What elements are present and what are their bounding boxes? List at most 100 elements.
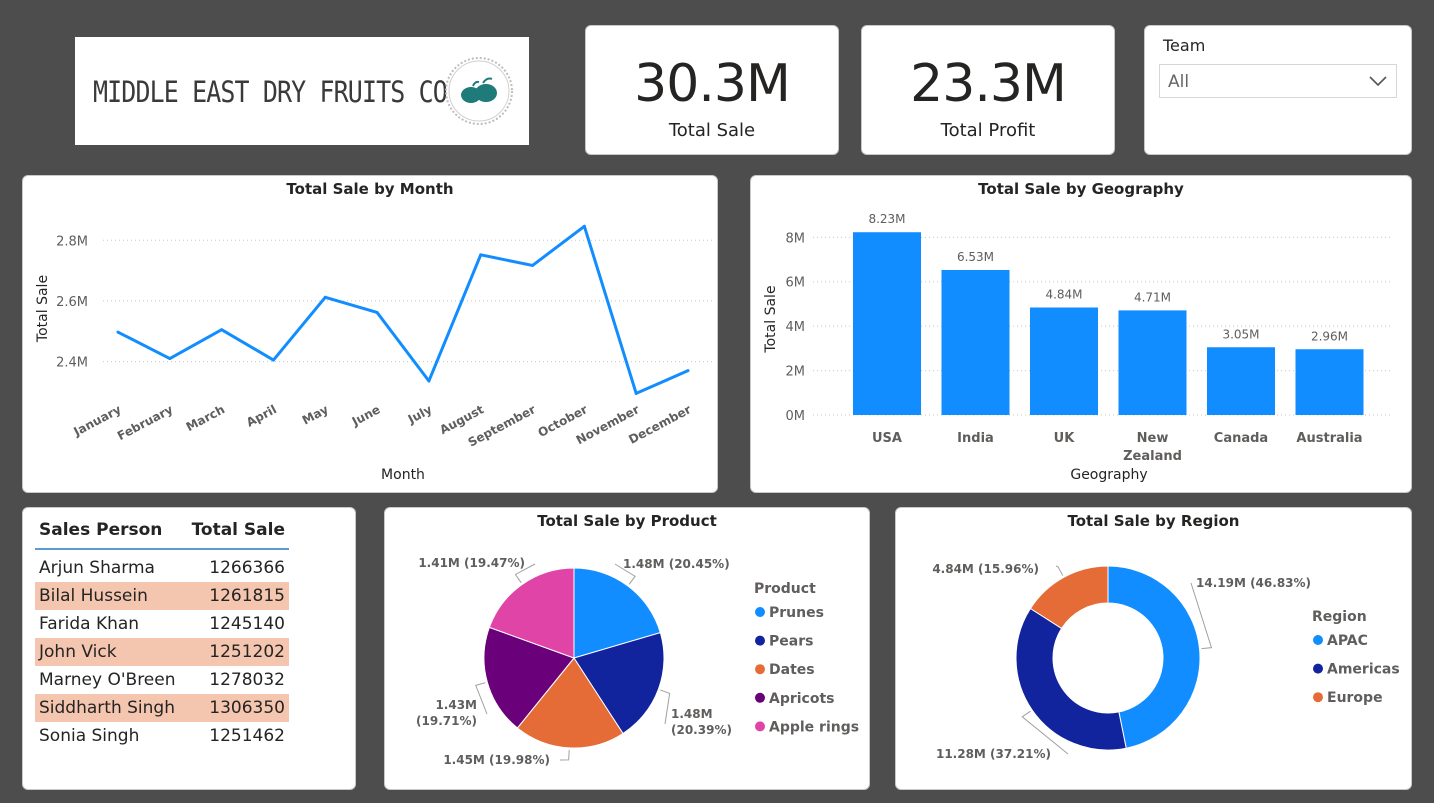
- sales-person-name: Arjun Sharma: [39, 558, 155, 578]
- product-pie-chart: 1.48M (20.45%) 1.48M (20.39%) 1.45M (19.98%…: [416, 556, 859, 767]
- data-label: 14.19M (46.83%): [1196, 576, 1311, 590]
- company-logo: MIDDLE EAST DRY FRUITS CO.: [75, 37, 529, 145]
- legend-title: Region: [1312, 609, 1367, 625]
- x-tick-label: UK: [1054, 431, 1076, 446]
- team-slicer: Team All: [1144, 25, 1412, 155]
- y-tick-label: 0M: [786, 409, 806, 424]
- kpi-card-total-profit: 23.3M Total Profit: [861, 25, 1115, 155]
- bar: [853, 232, 921, 415]
- y-tick-label: 2.4M: [56, 356, 88, 371]
- x-tick-label: New: [1137, 431, 1169, 446]
- y-tick-label: 2.8M: [56, 234, 88, 249]
- bar: [1118, 310, 1187, 415]
- sales-person-total: 1245140: [209, 614, 285, 634]
- sales-person-total: 1251462: [209, 726, 285, 746]
- bar-chart: 0M 2M 4M 6M 8M 8.23M USA 6.53M India 4.84M UK 4.71M…: [763, 212, 1391, 483]
- legend-label: Prunes: [769, 605, 824, 621]
- bar: [1207, 347, 1275, 415]
- x-tick-label: Australia: [1296, 431, 1362, 446]
- slicer-title: Team: [1163, 36, 1206, 55]
- sales-person-name: Farida Khan: [39, 614, 140, 634]
- table-row[interactable]: Siddharth Singh 1306350: [35, 694, 289, 722]
- bar-chart-card: Total Sale by Geography 0M 2M 4M 6M 8M 8.23M U…: [750, 175, 1412, 493]
- legend-label: Dates: [769, 662, 815, 678]
- table-row[interactable]: John Vick 1251202: [35, 638, 289, 666]
- table-row[interactable]: Marney O'Breen 1278032: [35, 666, 289, 694]
- x-tick-label: March: [184, 402, 227, 434]
- legend-marker: [1313, 692, 1323, 703]
- data-label: 1.43M: [435, 698, 477, 712]
- data-point: [427, 379, 431, 383]
- sales-person-total: 1306350: [184, 694, 289, 722]
- x-tick-label: April: [244, 402, 279, 429]
- data-point: [116, 330, 120, 334]
- data-point: [686, 369, 690, 373]
- legend-marker: [1313, 663, 1323, 674]
- kpi-value: 23.3M: [910, 54, 1067, 114]
- bar: [1030, 307, 1098, 415]
- bar: [941, 269, 1010, 415]
- sales-person-table-card: Sales Person Total Sale Arjun Sharma 1266…: [22, 507, 356, 790]
- y-axis-title: Total Sale: [35, 275, 51, 343]
- legend-label: Apricots: [769, 691, 835, 707]
- dropdown-value: All: [1168, 72, 1190, 92]
- team-dropdown[interactable]: All: [1159, 64, 1397, 98]
- data-label: 1.45M (19.98%): [443, 753, 550, 767]
- sales-person-total: 1251202: [184, 638, 289, 666]
- data-point: [479, 253, 483, 257]
- line-chart: 2.4M2.6M2.8MJanuaryFebruary March April May…: [35, 224, 713, 483]
- logo-text: MIDDLE EAST DRY FRUITS CO.: [93, 75, 462, 109]
- product-pie-card: Total Sale by Product 1.48M (20.45%) 1.48…: [384, 507, 870, 790]
- table-row[interactable]: Sonia Singh 1251462: [35, 722, 289, 750]
- sales-person-total: 1261815: [184, 582, 289, 610]
- data-point: [531, 263, 535, 267]
- data-point: [220, 328, 224, 332]
- region-donut-chart: 14.19M (46.83%) 11.28M (37.21%) 4.84M (15.…: [932, 562, 1399, 761]
- legend-marker: [755, 635, 765, 646]
- data-label: 3.05M: [1222, 327, 1259, 341]
- data-point: [634, 391, 638, 395]
- y-tick-label: 2M: [786, 365, 806, 380]
- leader-line: [660, 689, 671, 725]
- slice: [1107, 565, 1201, 749]
- y-tick-label: 2.6M: [56, 295, 88, 310]
- data-label: 8.23M: [868, 212, 905, 226]
- data-label: (20.39%): [671, 723, 732, 737]
- data-point: [375, 310, 379, 314]
- kpi-label: Total Sale: [668, 120, 756, 141]
- x-tick-label: USA: [872, 431, 902, 446]
- x-tick-label: July: [405, 402, 435, 427]
- legend-label: APAC: [1327, 633, 1368, 649]
- table-row[interactable]: Bilal Hussein 1261815: [35, 582, 289, 610]
- column-header-total-sale[interactable]: Total Sale: [184, 518, 289, 550]
- data-label: 1.48M (20.45%): [623, 557, 730, 571]
- table-row[interactable]: Farida Khan 1245140: [35, 610, 289, 638]
- leader-line: [1055, 565, 1064, 576]
- bar: [1295, 349, 1364, 415]
- region-donut-card: Total Sale by Region 14.19M (46.83%) 11.2…: [895, 507, 1412, 790]
- legend-label: Apple rings: [769, 719, 859, 735]
- x-tick-label: February: [115, 402, 175, 443]
- sales-person-name: Sonia Singh: [39, 726, 140, 746]
- data-point: [323, 295, 327, 299]
- data-point: [168, 357, 172, 361]
- sales-person-total: 1266366: [209, 558, 285, 578]
- x-tick-label: Zealand: [1123, 449, 1182, 464]
- y-tick-label: 8M: [786, 231, 806, 246]
- x-tick-label: May: [300, 402, 331, 427]
- data-label: 6.53M: [957, 250, 994, 264]
- table-row[interactable]: Arjun Sharma 1266366: [35, 554, 289, 582]
- line-chart-card: Total Sale by Month 2.4M 2.6M 2.8M January F…: [22, 175, 718, 493]
- data-label: 1.48M: [671, 707, 713, 721]
- sales-person-total: 1278032: [209, 670, 285, 690]
- column-header-sales-person[interactable]: Sales Person: [35, 518, 185, 550]
- slice: [1015, 607, 1127, 751]
- legend-marker: [755, 721, 765, 732]
- x-tick-label: Canada: [1214, 431, 1268, 446]
- data-label: 11.28M (37.21%): [936, 747, 1051, 761]
- data-label: 2.96M: [1311, 329, 1348, 343]
- data-label: 4.84M (15.96%): [932, 562, 1039, 576]
- legend-label: Europe: [1327, 690, 1383, 706]
- sales-person-name: Marney O'Breen: [39, 670, 176, 690]
- data-point: [271, 358, 275, 362]
